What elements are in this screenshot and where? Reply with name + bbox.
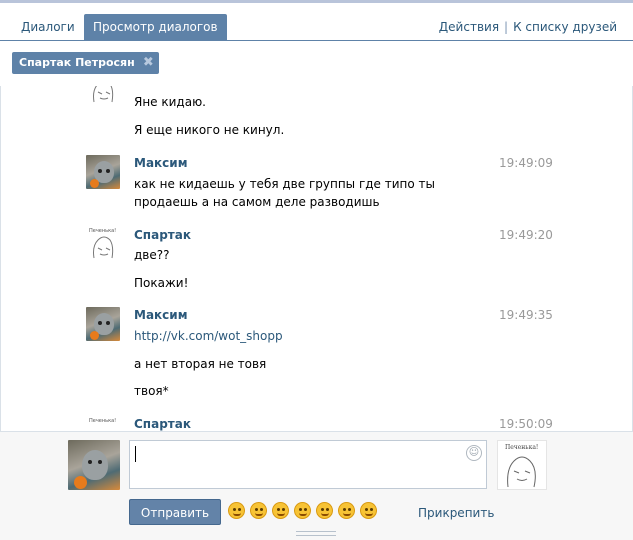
smile-emoji[interactable] <box>316 502 333 519</box>
svg-text:Печенька!: Печенька! <box>89 418 116 424</box>
recipient-chip[interactable]: Спартак Петросян ✖ <box>12 52 159 74</box>
recipient-chip-label: Спартак Петросян <box>19 56 135 69</box>
message-text: Яне кидаю. <box>134 95 206 109</box>
message-time: 19:49:09 <box>499 156 553 170</box>
message-history[interactable]: Яне кидаю. Я еще никого не кинул. Максим… <box>0 86 633 431</box>
message-time: 19:50:09 <box>499 417 553 431</box>
send-button[interactable]: Отправить <box>129 499 221 525</box>
tab-dialog-view[interactable]: Просмотр диалогов <box>84 14 227 41</box>
composer: ☺ Печенька! Отправить Прикрепить <box>0 431 633 540</box>
smile-icon[interactable]: ☺ <box>466 445 482 461</box>
message-author[interactable]: Спартак <box>134 417 191 431</box>
peer-avatar[interactable]: Печенька! <box>497 440 547 490</box>
cat-avatar[interactable] <box>86 307 120 341</box>
message-time: 19:49:20 <box>499 228 553 242</box>
tab-dialogs[interactable]: Диалоги <box>13 14 83 41</box>
actions-link[interactable]: Действия <box>439 20 499 34</box>
message-text: а нет вторая не товя <box>134 357 267 371</box>
close-icon[interactable]: ✖ <box>143 52 154 74</box>
tab-bar: Диалоги Просмотр диалогов Действия | К спи… <box>0 3 633 41</box>
kiss-emoji[interactable] <box>360 502 377 519</box>
cool-emoji[interactable] <box>250 502 267 519</box>
message-text: Покажи! <box>134 276 189 290</box>
meme-avatar[interactable]: Печенька! <box>86 416 120 431</box>
meme-avatar[interactable] <box>86 86 120 106</box>
peer-avatar-caption: Печенька! <box>505 444 538 451</box>
emoji-bar <box>228 502 382 522</box>
surprised-emoji[interactable] <box>338 502 355 519</box>
meme-avatar[interactable]: Печенька! <box>86 226 120 260</box>
message-author[interactable]: Максим <box>134 156 188 170</box>
message-link[interactable]: http://vk.com/wot_shopp <box>134 327 494 345</box>
attach-link[interactable]: Прикрепить <box>418 506 494 520</box>
resize-handle[interactable] <box>296 531 336 536</box>
message-author[interactable]: Максим <box>134 308 188 322</box>
laugh-emoji[interactable] <box>294 502 311 519</box>
cat-avatar[interactable] <box>86 155 120 189</box>
scrollbar[interactable] <box>624 86 632 431</box>
message-text: две?? <box>134 248 170 262</box>
wink-emoji[interactable] <box>228 502 245 519</box>
my-avatar[interactable] <box>68 440 120 490</box>
message-text: твоя* <box>134 384 169 398</box>
message-text: Я еще никого не кинул. <box>134 123 285 137</box>
message-text: как не кидаешь у тебя две группы где тип… <box>134 177 436 209</box>
message-time: 19:49:35 <box>499 308 553 322</box>
recipient-row: Спартак Петросян ✖ <box>0 42 633 86</box>
header-actions: Действия | К списку друзей <box>439 20 617 34</box>
grin-emoji[interactable] <box>272 502 289 519</box>
friends-list-link[interactable]: К списку друзей <box>513 20 617 34</box>
message-input[interactable]: ☺ <box>129 440 487 489</box>
actions-separator: | <box>504 20 509 34</box>
text-caret <box>135 446 136 462</box>
message-author[interactable]: Спартак <box>134 228 191 242</box>
svg-text:Печенька!: Печенька! <box>89 228 116 234</box>
